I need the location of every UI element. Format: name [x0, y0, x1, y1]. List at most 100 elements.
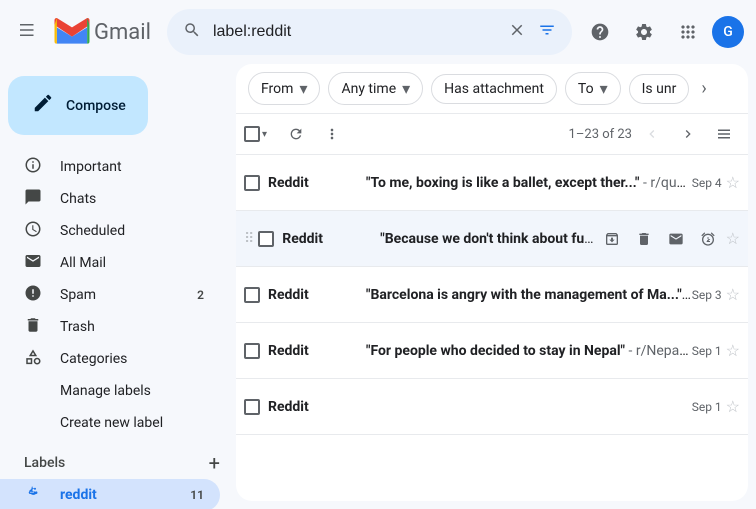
sidebar-item-manage-labels[interactable]: Manage labels: [0, 375, 220, 407]
email-checkbox[interactable]: [244, 175, 260, 191]
to-filter[interactable]: To ▾: [565, 72, 621, 105]
sidebar-item-trash[interactable]: Trash: [0, 311, 220, 343]
layout: Compose Important Chats Scheduled All Ma: [0, 64, 756, 509]
email-subject: "Barcelona is angry with the management …: [366, 287, 691, 303]
sidebar-categories-label: Categories: [60, 351, 204, 367]
spam-badge: 2: [197, 288, 204, 302]
sender-name: Reddit: [268, 175, 358, 191]
all-mail-icon: [24, 252, 44, 275]
email-checkbox[interactable]: [258, 231, 274, 247]
sidebar-item-spam[interactable]: Spam 2: [0, 279, 220, 311]
any-time-filter[interactable]: Any time ▾: [328, 72, 423, 105]
sidebar-scheduled-label: Scheduled: [60, 223, 204, 239]
next-page-button[interactable]: [672, 118, 704, 150]
email-checkbox[interactable]: [244, 287, 260, 303]
compose-button[interactable]: Compose: [8, 76, 148, 135]
reddit-label-text: reddit: [60, 487, 190, 503]
sender-name: Reddit: [282, 231, 372, 247]
email-content: Reddit "Because we don't think about fut…: [274, 231, 597, 247]
search-filters-icon[interactable]: [534, 17, 560, 48]
menu-icon[interactable]: [12, 12, 46, 52]
search-clear-icon[interactable]: [504, 17, 530, 48]
sidebar-important-label: Important: [60, 159, 204, 175]
email-snippet: "Barcelona is angry with the management …: [366, 287, 692, 303]
email-preview: r/Nepal: For people who decided to stay …: [628, 343, 691, 359]
row-right-controls: Sep 4 ☆: [598, 225, 740, 253]
search-icon[interactable]: [179, 17, 205, 48]
important-icon: [24, 156, 44, 179]
select-dropdown-icon[interactable]: ▾: [262, 129, 267, 140]
row-left-controls: [244, 175, 260, 191]
email-preview: r/quotes: "To me, boxing is like a balle…: [643, 175, 692, 191]
sidebar-item-scheduled[interactable]: Scheduled: [0, 215, 220, 247]
to-arrow-icon: ▾: [600, 79, 608, 98]
row-right-controls: Sep 3 ☆: [692, 285, 740, 304]
settings-button[interactable]: [624, 12, 664, 52]
spam-icon: [24, 284, 44, 307]
trash-icon: [24, 316, 44, 339]
mark-unread-icon[interactable]: [662, 225, 690, 253]
main-panel: From ▾ Any time ▾ Has attachment To ▾ Is…: [236, 64, 748, 501]
sidebar-item-create-label[interactable]: Create new label: [0, 407, 220, 439]
from-filter[interactable]: From ▾: [248, 72, 320, 105]
sidebar-create-label-label: Create new label: [60, 415, 204, 431]
email-subject: "Because we don't think about future gen…: [380, 231, 597, 247]
is-unread-filter[interactable]: Is unr: [629, 74, 690, 104]
email-checkbox[interactable]: [244, 399, 260, 415]
email-snippet: "To me, boxing is like a ballet, except …: [366, 175, 692, 191]
table-row[interactable]: Reddit "To me, boxing is like a ballet, …: [236, 155, 748, 211]
sidebar-trash-label: Trash: [60, 319, 204, 335]
archive-icon[interactable]: [598, 225, 626, 253]
row-right-controls: Sep 1 ☆: [692, 341, 740, 360]
email-date: Sep 3: [692, 288, 722, 302]
email-content: Reddit "For people who decided to stay i…: [260, 343, 692, 359]
checkbox-square: [244, 126, 260, 142]
sidebar-item-all-mail[interactable]: All Mail: [0, 247, 220, 279]
table-row[interactable]: Reddit Sep 1 ☆: [236, 379, 748, 435]
row-right-controls: Sep 4 ☆: [692, 173, 740, 192]
sidebar-item-reddit[interactable]: reddit 11: [0, 479, 220, 509]
compose-icon: [32, 92, 54, 119]
snooze-icon[interactable]: [694, 225, 722, 253]
table-row[interactable]: Reddit "Barcelona is angry with the mana…: [236, 267, 748, 323]
star-button[interactable]: ☆: [726, 173, 740, 192]
search-bar[interactable]: [167, 9, 572, 55]
row-left-controls: [244, 399, 260, 415]
email-snippet: "For people who decided to stay in Nepal…: [366, 343, 692, 359]
sidebar-item-chats[interactable]: Chats: [0, 183, 220, 215]
table-row[interactable]: ⠿ Reddit "Because we don't think about f…: [236, 211, 748, 267]
email-list: Reddit "To me, boxing is like a ballet, …: [236, 155, 748, 501]
star-button[interactable]: ☆: [726, 285, 740, 304]
email-date: Sep 4: [692, 176, 722, 190]
email-checkbox[interactable]: [244, 343, 260, 359]
is-unread-label: Is unr: [642, 81, 677, 97]
prev-page-button[interactable]: [636, 118, 668, 150]
more-filters-button[interactable]: ›: [701, 78, 706, 99]
sidebar-spam-label: Spam: [60, 287, 197, 303]
search-input[interactable]: [205, 23, 504, 41]
view-options-button[interactable]: [708, 118, 740, 150]
star-button[interactable]: ☆: [726, 229, 740, 248]
gmail-logo: Gmail: [54, 18, 151, 46]
sender-name: Reddit: [268, 343, 358, 359]
labels-add-icon[interactable]: +: [209, 451, 220, 475]
star-button[interactable]: ☆: [726, 397, 740, 416]
filter-bar: From ▾ Any time ▾ Has attachment To ▾ Is…: [236, 64, 748, 114]
email-content: Reddit "Barcelona is angry with the mana…: [260, 287, 692, 303]
avatar[interactable]: G: [712, 16, 744, 48]
help-button[interactable]: [580, 12, 620, 52]
select-all-checkbox[interactable]: ▾: [244, 118, 276, 150]
apps-button[interactable]: [668, 12, 708, 52]
email-subject: "For people who decided to stay in Nepal…: [366, 343, 625, 359]
more-options-button[interactable]: [316, 118, 348, 150]
to-label: To: [578, 81, 594, 97]
sidebar-item-categories[interactable]: Categories: [0, 343, 220, 375]
sidebar-item-important[interactable]: Important: [0, 151, 220, 183]
refresh-button[interactable]: [280, 118, 312, 150]
topbar-icons: G: [580, 12, 744, 52]
table-row[interactable]: Reddit "For people who decided to stay i…: [236, 323, 748, 379]
has-attachment-filter[interactable]: Has attachment: [431, 74, 557, 104]
delete-icon[interactable]: [630, 225, 658, 253]
star-button[interactable]: ☆: [726, 341, 740, 360]
chats-icon: [24, 188, 44, 211]
